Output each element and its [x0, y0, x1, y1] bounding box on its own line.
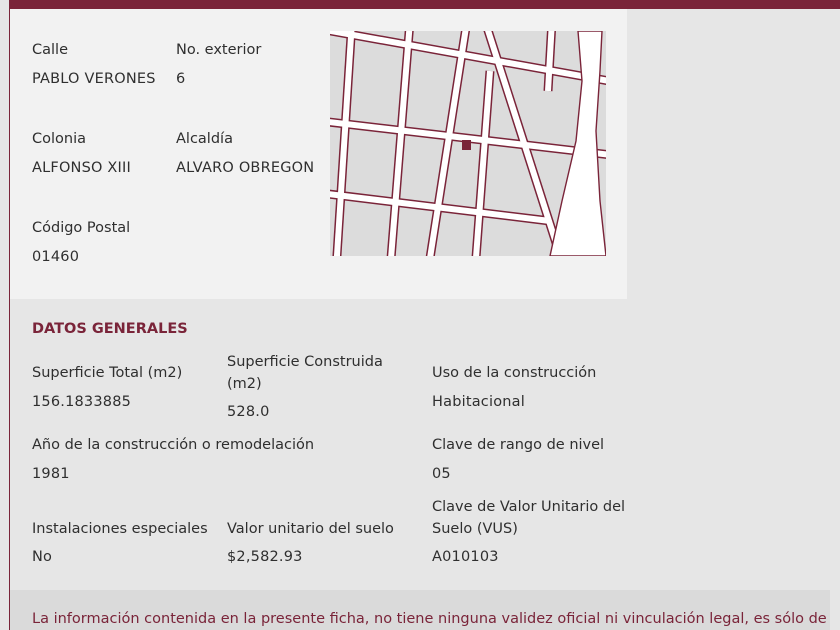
clave-vus-label-line1: Clave de Valor Unitario del	[432, 499, 626, 515]
superficie-total-value: 156.1833885	[32, 394, 132, 410]
codigo-postal-label: Código Postal	[32, 220, 131, 236]
alcaldia-label: Alcaldía	[176, 131, 233, 147]
no-exterior-label: No. exterior	[176, 42, 262, 58]
valor-unitario-suelo-label: Valor unitario del suelo	[227, 521, 394, 537]
calle-value: PABLO VERONES	[32, 71, 156, 87]
superficie-construida-value: 528.0	[227, 404, 270, 420]
top-accent-bar	[10, 0, 840, 9]
clave-rango-nivel-value: 05	[432, 466, 451, 482]
superficie-construida-label-line2: (m2)	[227, 376, 262, 392]
anio-construccion-value: 1981	[32, 466, 70, 482]
instalaciones-especiales-value: No	[32, 549, 53, 565]
anio-construccion-label: Año de la construcción o remodelación	[32, 437, 315, 453]
alcaldia-value: ALVARO OBREGON	[176, 160, 315, 176]
valor-unitario-suelo-value: $2,582.93	[227, 549, 303, 565]
street-map-graphic	[330, 31, 606, 256]
uso-construccion-value: Habitacional	[432, 394, 525, 410]
superficie-total-label: Superficie Total (m2)	[32, 365, 183, 381]
location-map[interactable]	[330, 31, 606, 256]
codigo-postal-value: 01460	[32, 249, 80, 265]
datos-generales-title: DATOS GENERALES	[32, 321, 188, 337]
location-marker	[462, 140, 471, 150]
disclaimer-text: La información contenida en la presente …	[32, 611, 827, 627]
no-exterior-value: 6	[176, 71, 186, 87]
calle-label: Calle	[32, 42, 68, 58]
uso-construccion-label: Uso de la construcción	[432, 365, 597, 381]
clave-rango-nivel-label: Clave de rango de nivel	[432, 437, 605, 453]
superficie-construida-label-line1: Superficie Construida	[227, 354, 383, 370]
clave-vus-label-line2: Suelo (VUS)	[432, 521, 518, 537]
clave-vus-value: A010103	[432, 549, 499, 565]
colonia-label: Colonia	[32, 131, 86, 147]
colonia-value: ALFONSO XIII	[32, 160, 131, 176]
instalaciones-especiales-label: Instalaciones especiales	[32, 521, 208, 537]
